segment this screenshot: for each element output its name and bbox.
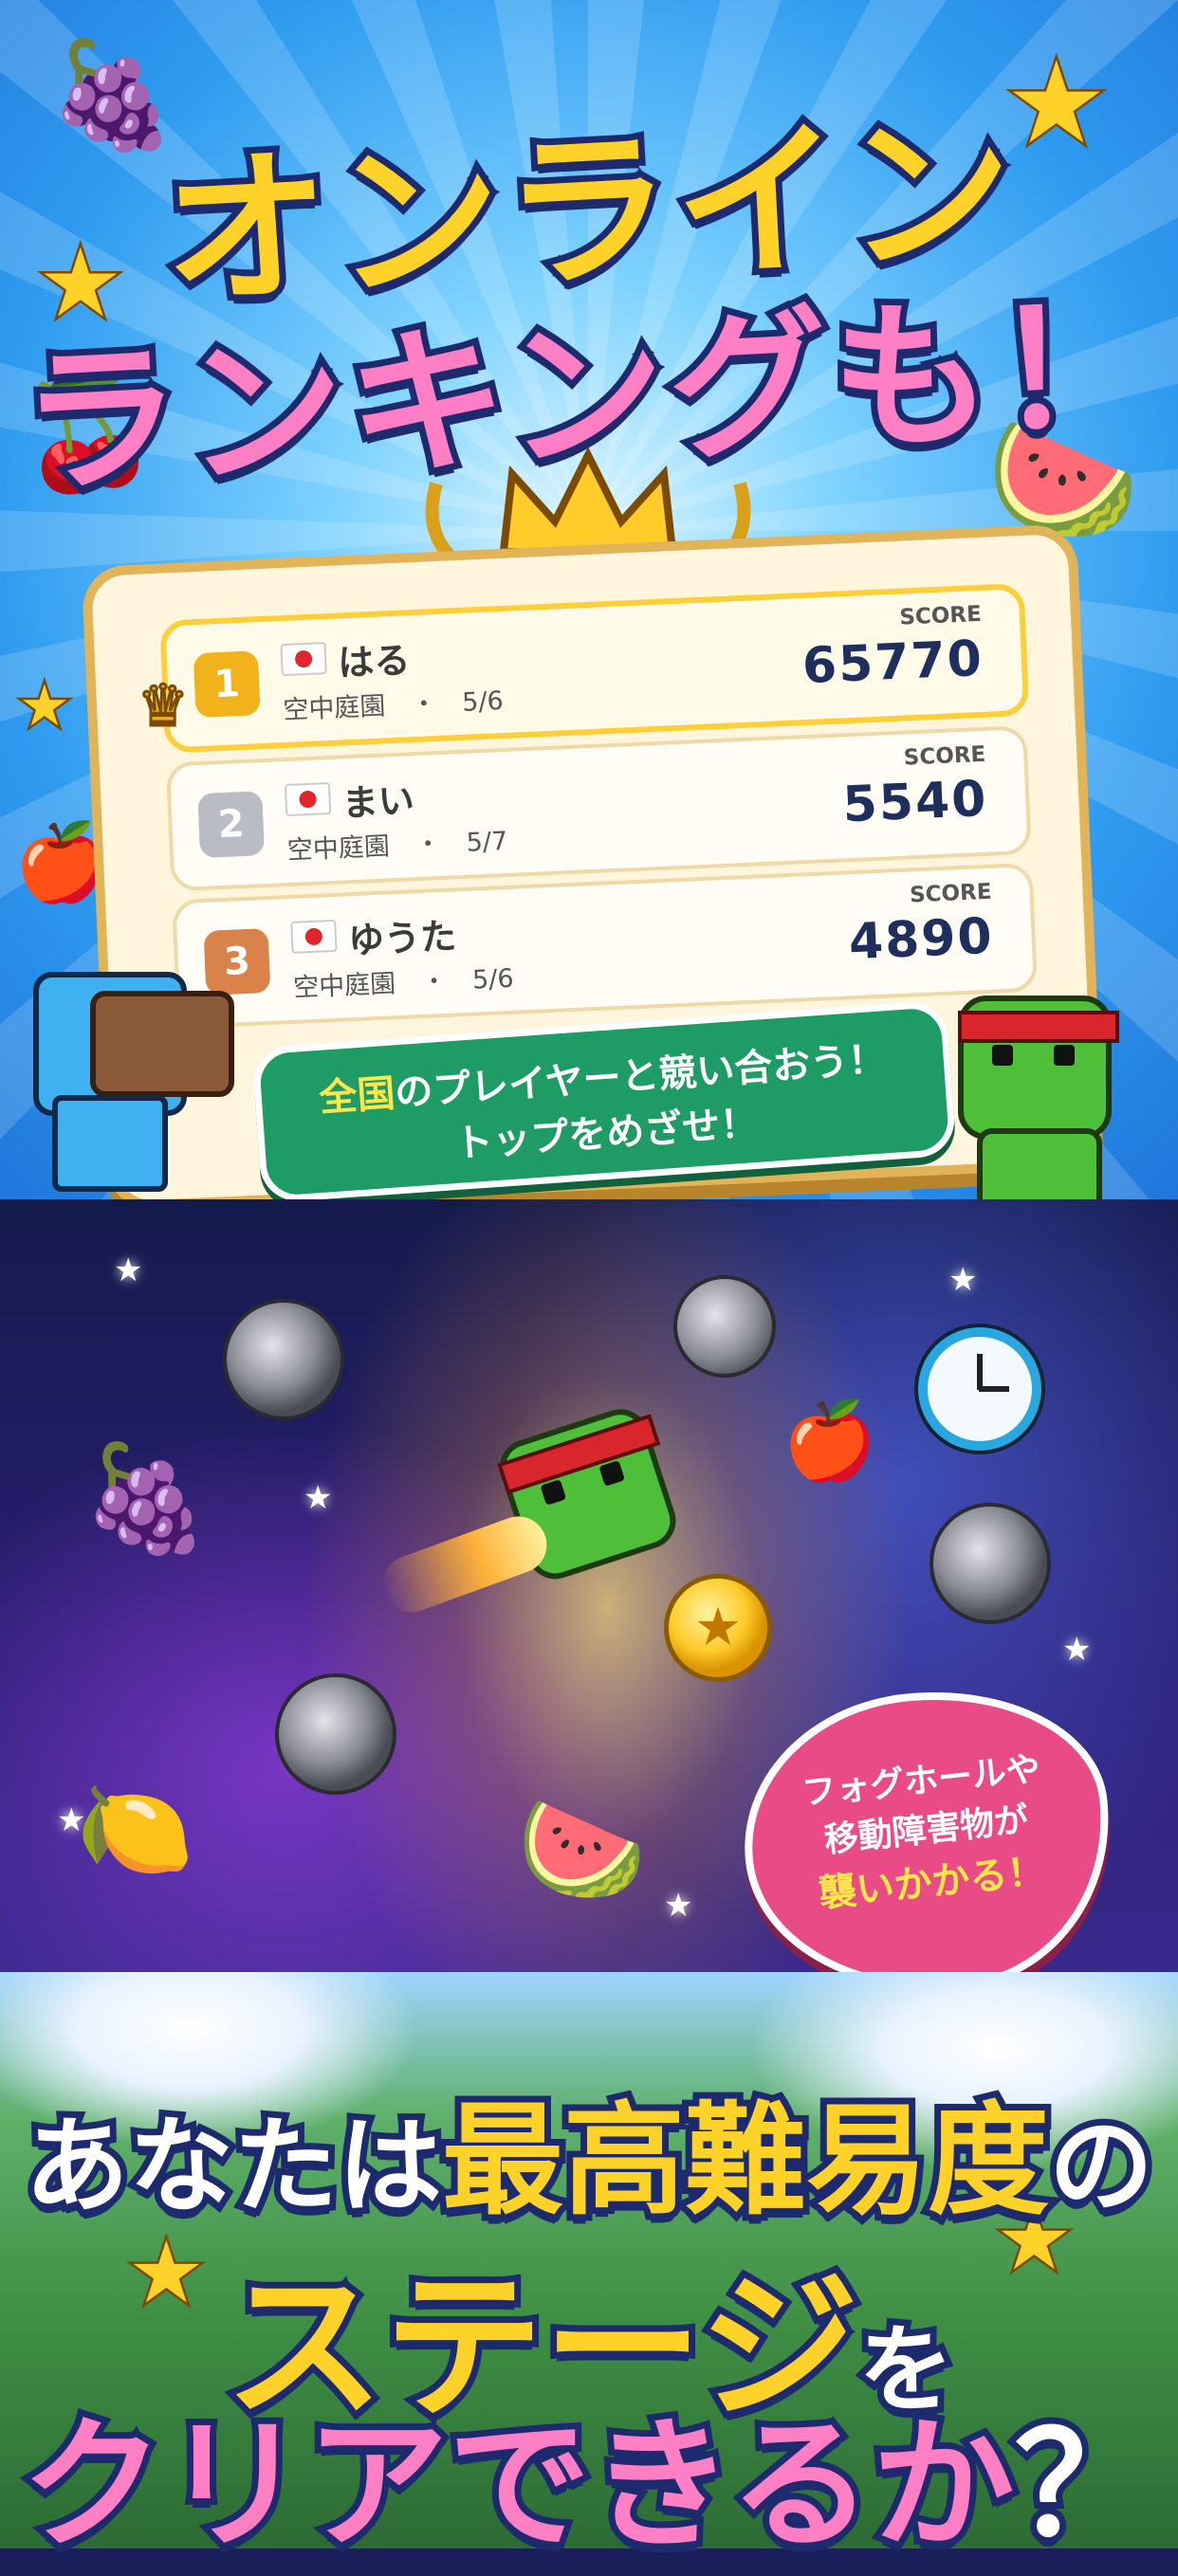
apple-icon: 🍎: [782, 1397, 877, 1485]
rank-badge: 2: [197, 791, 266, 859]
watermelon-icon: 🍉: [517, 1788, 647, 1909]
japan-flag-icon: [284, 782, 332, 817]
spike-ball-obstacle: [653, 1254, 808, 1410]
score-label: SCORE: [903, 741, 986, 771]
frog-character: [930, 986, 1138, 1215]
ranking-row-2[interactable]: 2 まい 空中庭園 ・ 5/7 SCORE 5540: [165, 724, 1032, 892]
sparkle-icon: ★: [664, 1887, 693, 1925]
player-stage: 空中庭園 ・ 5/6: [282, 685, 505, 726]
small-crown-icon: ♛: [137, 672, 191, 741]
sparkle-icon: ★: [114, 1251, 143, 1289]
score-value: 4890: [847, 907, 995, 972]
spike-ball-obstacle: [254, 1653, 410, 1808]
sparkle-icon: ★: [1062, 1631, 1092, 1669]
player-stage: 空中庭園 ・ 5/6: [292, 963, 515, 1003]
star-coin-icon: ★: [664, 1574, 772, 1682]
spike-ball-obstacle: [202, 1278, 358, 1434]
sparkle-icon: ★: [304, 1479, 333, 1517]
clock-icon: [918, 1327, 1041, 1451]
rank-badge: 1: [193, 650, 261, 719]
japan-flag-icon: [290, 919, 338, 954]
challenge-headline-line3: クリアできるか？: [14, 2397, 1163, 2575]
top-promo-section: 🍇 ★ ★ 🍒 🍉 ★ 🍎 オンライン ランキングも！ 1 はる 空中庭園 ・ …: [0, 0, 1178, 1223]
player-name: はる: [337, 639, 412, 685]
star-icon: ★: [17, 671, 73, 742]
challenge-headline-line1: あなたは最高難易度の: [18, 2084, 1160, 2238]
banner-highlight: 全国: [318, 1071, 397, 1121]
ranking-row-1[interactable]: 1 はる 空中庭園 ・ 5/6 SCORE 65770: [159, 582, 1030, 754]
blue-hero-character: [14, 953, 234, 1192]
score-label: SCORE: [898, 601, 983, 630]
player-name: ゆうた: [347, 915, 457, 962]
player-name: まい: [341, 779, 415, 825]
sparkle-icon: ★: [948, 1261, 978, 1299]
lemon-icon: 🍋: [76, 1774, 194, 1885]
player-stage: 空中庭園 ・ 5/7: [286, 826, 508, 867]
score-value: 65770: [801, 630, 985, 696]
japan-flag-icon: [280, 642, 327, 677]
grape-icon: 🍇: [81, 1437, 211, 1559]
spike-ball-obstacle: [909, 1482, 1064, 1637]
score-label: SCORE: [909, 879, 993, 908]
score-value: 5540: [841, 770, 989, 834]
